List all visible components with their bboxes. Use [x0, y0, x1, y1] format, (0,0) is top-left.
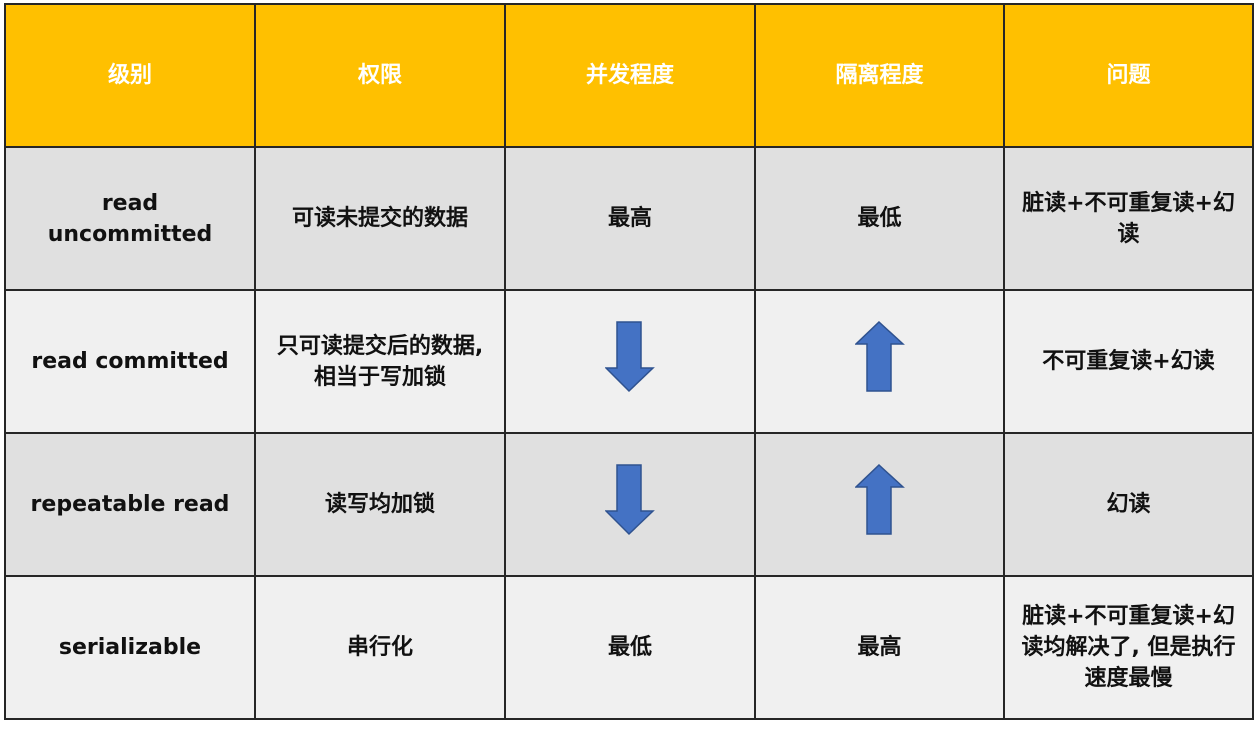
cell-permission: 串行化	[254, 575, 506, 720]
cell-concurrency: 最高	[504, 146, 756, 291]
table-row: serializable 串行化 最低 最高 脏读+不可重复读+幻读均解决了, …	[4, 575, 1254, 720]
cell-issues: 不可重复读+幻读	[1003, 289, 1254, 434]
cell-issues: 脏读+不可重复读+幻读均解决了, 但是执行速度最慢	[1003, 575, 1254, 720]
header-row: 级别 权限 并发程度 隔离程度 问题	[4, 3, 1254, 148]
permission-text: 只可读提交后的数据,相当于写加锁	[276, 333, 484, 390]
table-row: repeatable read 读写均加锁 幻读	[4, 432, 1254, 577]
cell-issues: 脏读+不可重复读+幻读	[1003, 146, 1254, 291]
cell-level: repeatable read	[4, 432, 256, 577]
cell-level: read committed	[4, 289, 256, 434]
arrow-down-icon	[605, 464, 655, 536]
cell-permission: 读写均加锁	[254, 432, 506, 577]
header-isolation: 隔离程度	[754, 3, 1005, 148]
cell-isolation: 最低	[754, 146, 1005, 291]
header-issues: 问题	[1003, 3, 1254, 148]
cell-concurrency	[504, 289, 756, 434]
header-concurrency: 并发程度	[504, 3, 756, 148]
cell-concurrency	[504, 432, 756, 577]
cell-concurrency: 最低	[504, 575, 756, 720]
arrow-up-icon	[854, 321, 905, 392]
header-level: 级别	[4, 3, 256, 148]
cell-permission: 只可读提交后的数据,相当于写加锁	[254, 289, 506, 434]
cell-level: serializable	[4, 575, 256, 720]
issues-text: 脏读+不可重复读+幻读均解决了, 但是执行速度最慢	[1021, 604, 1236, 691]
header-permission: 权限	[254, 3, 506, 148]
table-row: read committed 只可读提交后的数据,相当于写加锁 不可重复读+幻读	[4, 289, 1254, 434]
cell-issues: 幻读	[1003, 432, 1254, 577]
isolation-levels-table: 级别 权限 并发程度 隔离程度 问题 read uncommitted 可读未提…	[4, 3, 1254, 720]
cell-permission: 可读未提交的数据	[254, 146, 506, 291]
arrow-up-icon	[854, 464, 905, 535]
issues-text: 脏读+不可重复读+幻读	[1022, 190, 1235, 247]
table-row: read uncommitted 可读未提交的数据 最高 最低 脏读+不可重复读…	[4, 146, 1254, 291]
cell-isolation: 最高	[754, 575, 1005, 720]
cell-isolation	[754, 289, 1005, 434]
cell-isolation	[754, 432, 1005, 577]
cell-level: read uncommitted	[4, 146, 256, 291]
arrow-down-icon	[605, 321, 655, 393]
